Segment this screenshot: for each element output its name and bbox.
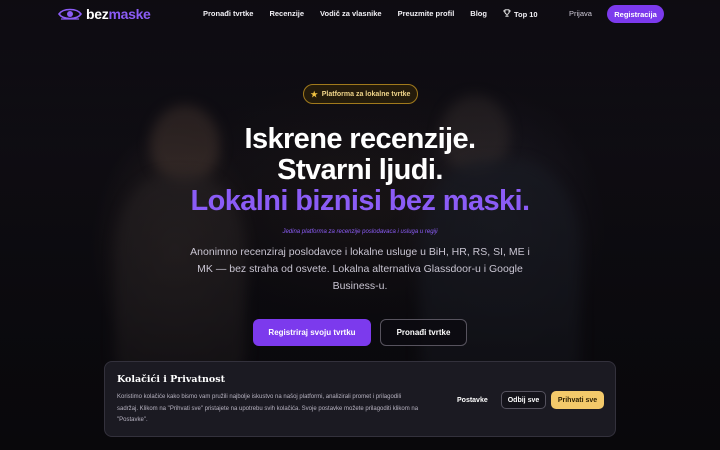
brand-name-part2: maske <box>108 6 151 22</box>
brand-logo[interactable]: bezmaske <box>58 6 151 22</box>
brand-name-part1: bez <box>86 6 109 22</box>
cookie-banner-text: Koristimo kolačiće kako bismo vam pružil… <box>117 394 419 423</box>
nav-link-top10[interactable]: Top 10 <box>503 9 538 19</box>
platform-badge-label: Platforma za lokalne tvrtke <box>321 90 411 98</box>
nav-link-blog[interactable]: Blog <box>470 9 487 19</box>
register-company-button[interactable]: Registriraj svoju tvrtku <box>253 319 371 346</box>
hero-tagline: Jedina platforma za recenzije poslodavac… <box>282 229 438 235</box>
top-navbar: bezmaske Pronađi tvrtke Recenzije Vodič … <box>0 0 720 28</box>
signup-button[interactable]: Registracija <box>607 5 664 23</box>
brand-name: bezmaske <box>86 6 151 22</box>
main-menu: Pronađi tvrtke Recenzije Vodič za vlasni… <box>203 9 538 19</box>
cookie-accept-all-button[interactable]: Prihvati sve <box>551 391 604 409</box>
trophy-icon <box>503 9 511 19</box>
cookie-settings-button[interactable]: Postavke <box>457 397 488 404</box>
hero-description: Anonimno recenziraj poslodavce i lokalne… <box>190 246 530 292</box>
star-icon: ★ <box>310 89 318 99</box>
nav-link-owner-guide[interactable]: Vodič za vlasnike <box>320 9 382 19</box>
cookie-banner-title: Kolačići i Privatnost <box>117 374 225 385</box>
cookie-banner: Kolačići i Privatnost Koristimo kolačiće… <box>104 361 616 437</box>
nav-link-find-companies[interactable]: Pronađi tvrtke <box>203 9 253 19</box>
headline-line-3: Lokalni biznisi bez maski. <box>190 185 531 217</box>
eye-mask-icon <box>58 7 82 21</box>
nav-link-reviews[interactable]: Recenzije <box>269 9 304 19</box>
headline-line-2: Stvarni ljudi. <box>277 154 443 186</box>
cookie-reject-all-button[interactable]: Odbij sve <box>501 391 546 409</box>
nav-link-claim-profile[interactable]: Preuzmite profil <box>398 9 455 19</box>
nav-link-top10-label: Top 10 <box>513 9 538 19</box>
headline-line-1: Iskrene recenzije. <box>244 123 476 155</box>
platform-badge: ★ Platforma za lokalne tvrtke <box>303 84 418 104</box>
find-companies-button[interactable]: Pronađi tvrtke <box>380 319 467 346</box>
login-link[interactable]: Prijava <box>569 9 592 18</box>
